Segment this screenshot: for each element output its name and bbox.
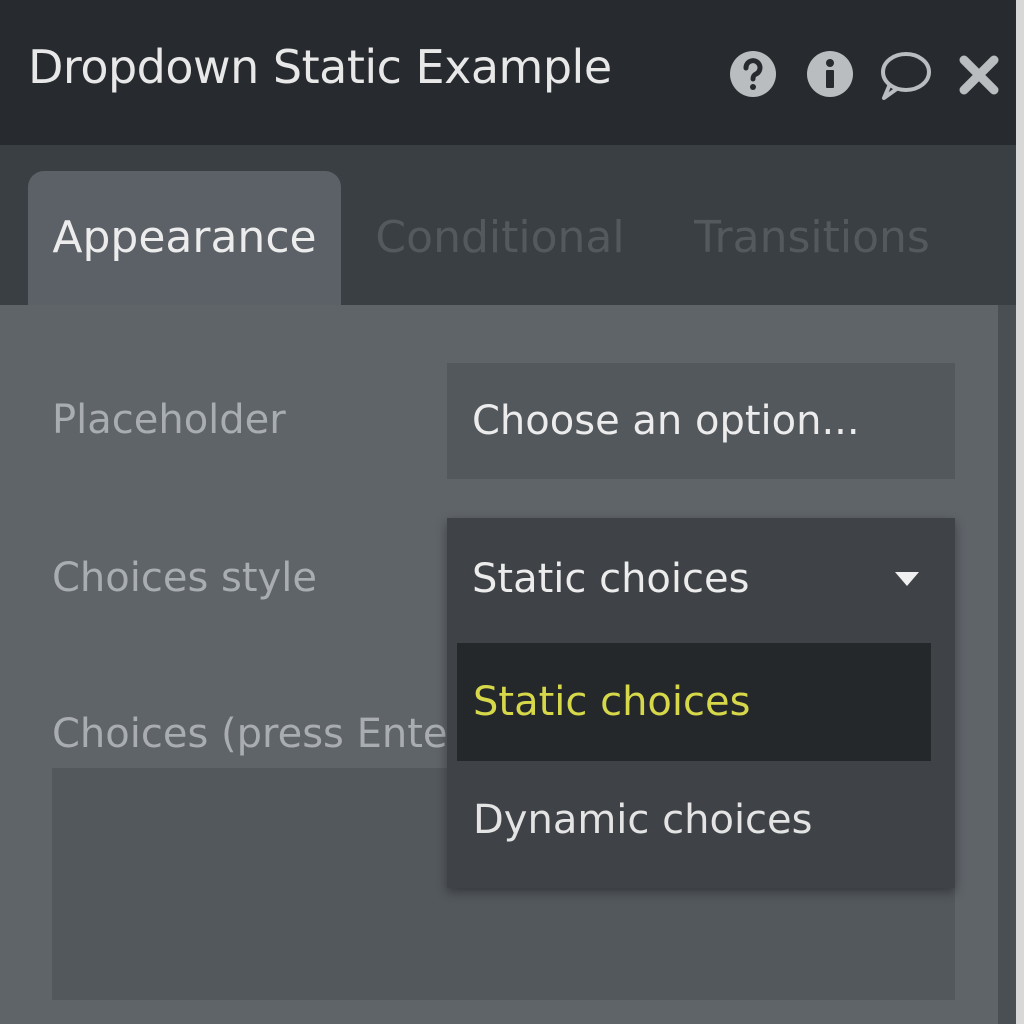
- dropdown-option-dynamic-choices[interactable]: Dynamic choices: [457, 761, 931, 879]
- chevron-down-icon: [895, 572, 919, 586]
- dropdown-option-static-choices[interactable]: Static choices: [457, 643, 931, 761]
- tab-appearance[interactable]: Appearance: [28, 171, 341, 305]
- choices-style-label: Choices style: [52, 555, 317, 601]
- choices-style-selected-value: Static choices: [472, 556, 750, 602]
- info-circle-icon[interactable]: [806, 50, 854, 98]
- choices-style-dropdown: Static choices Static choices Dynamic ch…: [447, 518, 955, 888]
- tab-transitions[interactable]: Transitions: [672, 171, 952, 305]
- placeholder-input[interactable]: Choose an option...: [447, 363, 955, 479]
- choices-style-select[interactable]: Static choices: [447, 518, 955, 641]
- question-circle-icon[interactable]: [729, 50, 777, 98]
- title-bar: Dropdown Static Example: [0, 0, 1016, 145]
- close-icon[interactable]: [958, 54, 1000, 96]
- panel-scrollbar[interactable]: [998, 305, 1016, 1024]
- speech-bubble-icon[interactable]: [878, 48, 932, 102]
- window-title: Dropdown Static Example: [28, 40, 612, 94]
- property-editor-window: Dropdown Static Example Appearance Condi…: [0, 0, 1016, 1024]
- tab-conditional[interactable]: Conditional: [360, 171, 640, 305]
- tab-bar: Appearance Conditional Transitions: [0, 145, 1016, 305]
- appearance-panel: Placeholder Choose an option... Choices …: [0, 305, 998, 1024]
- placeholder-label: Placeholder: [52, 397, 286, 443]
